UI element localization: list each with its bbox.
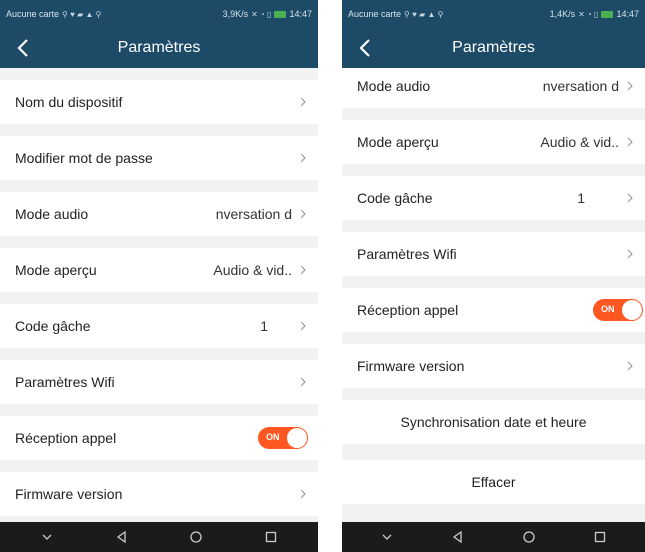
row-value: 1 bbox=[577, 190, 585, 206]
nav-home-icon[interactable] bbox=[522, 530, 536, 544]
status-bar: Aucune carte ⚲ ♥ ▰ ▲ ⚲ 1,4K/s ✕ ◔ ▯ 14:4… bbox=[342, 0, 645, 28]
clock: 14:47 bbox=[616, 9, 639, 19]
nav-recents-icon[interactable] bbox=[593, 530, 607, 544]
chevron-right-icon bbox=[627, 249, 633, 259]
network-speed: 1,4K/s bbox=[549, 9, 576, 19]
network-speed: 3,9K/s bbox=[222, 9, 249, 19]
row-mode-audio[interactable]: Mode audio nversation d bbox=[342, 68, 645, 108]
row-code-gache[interactable]: Code gâche 1 bbox=[0, 304, 318, 348]
signal-icons: ✕ ◔ ▯ bbox=[251, 9, 272, 19]
row-label: Code gâche bbox=[357, 190, 433, 206]
row-mode-apercu[interactable]: Mode aperçu Audio & vid.. bbox=[0, 248, 318, 292]
status-bar: Aucune carte ⚲ ♥ ▰ ▲ ⚲ 3,9K/s ✕ ◔ ▯ 14:4… bbox=[0, 0, 318, 28]
row-label: Modifier mot de passe bbox=[15, 150, 153, 166]
android-nav-bar bbox=[0, 522, 318, 552]
app-bar: Paramètres bbox=[342, 28, 645, 68]
effacer-button[interactable]: Effacer bbox=[342, 460, 645, 504]
row-label: Effacer bbox=[471, 474, 516, 490]
reception-appel-toggle[interactable]: ON bbox=[593, 299, 643, 321]
chevron-right-icon bbox=[627, 361, 633, 371]
row-label: Firmware version bbox=[357, 358, 465, 374]
chevron-right-icon bbox=[300, 489, 306, 499]
row-label: Paramètres Wifi bbox=[15, 374, 115, 390]
chevron-right-icon bbox=[300, 97, 306, 107]
nav-back-icon[interactable] bbox=[451, 530, 465, 544]
nav-recents-icon[interactable] bbox=[264, 530, 278, 544]
row-parametres-wifi[interactable]: Paramètres Wifi bbox=[0, 360, 318, 404]
app-bar: Paramètres bbox=[0, 28, 318, 68]
nav-home-icon[interactable] bbox=[189, 530, 203, 544]
chevron-right-icon bbox=[300, 377, 306, 387]
chevron-right-icon bbox=[300, 265, 306, 275]
row-parametres-wifi[interactable]: Paramètres Wifi bbox=[342, 232, 645, 276]
chevron-right-icon bbox=[627, 193, 633, 203]
chevron-right-icon bbox=[300, 153, 306, 163]
signal-icons: ✕ ◔ ▯ bbox=[578, 9, 599, 19]
status-icons: ⚲ ♥ ▰ ▲ ⚲ bbox=[404, 9, 444, 19]
battery-icon bbox=[601, 10, 614, 18]
row-nom-dispositif[interactable]: Nom du dispositif bbox=[0, 80, 318, 124]
row-label: Paramètres Wifi bbox=[357, 246, 457, 262]
chevron-right-icon bbox=[627, 81, 633, 91]
carrier-text: Aucune carte bbox=[6, 9, 60, 19]
page-title: Paramètres bbox=[452, 39, 535, 56]
nav-down-icon[interactable] bbox=[40, 530, 54, 544]
row-label: Nom du dispositif bbox=[15, 94, 123, 110]
row-label: Code gâche bbox=[15, 318, 91, 334]
status-icons: ⚲ ♥ ▰ ▲ ⚲ bbox=[62, 9, 102, 19]
reception-appel-toggle[interactable]: ON bbox=[258, 427, 308, 449]
row-code-gache[interactable]: Code gâche 1 bbox=[342, 176, 645, 220]
right-phone-screen: Aucune carte ⚲ ♥ ▰ ▲ ⚲ 1,4K/s ✕ ◔ ▯ 14:4… bbox=[342, 0, 645, 552]
nav-back-icon[interactable] bbox=[115, 530, 129, 544]
row-label: Mode aperçu bbox=[15, 262, 97, 278]
sync-date-heure-button[interactable]: Synchronisation date et heure bbox=[342, 400, 645, 444]
row-reception-appel: Réception appel ON bbox=[342, 288, 645, 332]
battery-icon bbox=[274, 10, 287, 18]
row-firmware-version[interactable]: Firmware version bbox=[0, 472, 318, 516]
row-label: Mode aperçu bbox=[357, 134, 439, 150]
row-value: Audio & vid.. bbox=[213, 262, 292, 278]
row-value: 1 bbox=[260, 318, 268, 334]
row-value: nversation d bbox=[215, 206, 292, 222]
row-label: Réception appel bbox=[15, 430, 117, 446]
row-label: Firmware version bbox=[15, 486, 123, 502]
row-label: Réception appel bbox=[357, 302, 459, 318]
settings-list: Mode audio nversation d Mode aperçu Audi… bbox=[342, 68, 645, 522]
page-title: Paramètres bbox=[117, 39, 201, 56]
row-reception-appel: Réception appel ON bbox=[0, 416, 318, 460]
settings-list: Nom du dispositif Modifier mot de passe … bbox=[0, 68, 318, 522]
android-nav-bar bbox=[342, 522, 645, 552]
back-arrow-icon[interactable] bbox=[354, 36, 378, 60]
toggle-state: ON bbox=[266, 432, 280, 442]
toggle-knob bbox=[287, 428, 307, 448]
chevron-right-icon bbox=[300, 321, 306, 331]
chevron-right-icon bbox=[627, 137, 633, 147]
row-value: nversation d bbox=[542, 78, 619, 94]
row-mode-audio[interactable]: Mode audio nversation d bbox=[0, 192, 318, 236]
row-mode-apercu[interactable]: Mode aperçu Audio & vid.. bbox=[342, 120, 645, 164]
clock: 14:47 bbox=[289, 9, 312, 19]
back-arrow-icon[interactable] bbox=[12, 36, 36, 60]
toggle-knob bbox=[622, 300, 642, 320]
row-label: Synchronisation date et heure bbox=[400, 414, 587, 430]
row-firmware-version[interactable]: Firmware version bbox=[342, 344, 645, 388]
left-phone-screen: Aucune carte ⚲ ♥ ▰ ▲ ⚲ 3,9K/s ✕ ◔ ▯ 14:4… bbox=[0, 0, 318, 552]
toggle-state: ON bbox=[601, 304, 615, 314]
row-modifier-mot-de-passe[interactable]: Modifier mot de passe bbox=[0, 136, 318, 180]
row-value: Audio & vid.. bbox=[540, 134, 619, 150]
nav-down-icon[interactable] bbox=[380, 530, 394, 544]
carrier-text: Aucune carte bbox=[348, 9, 402, 19]
row-label: Mode audio bbox=[15, 206, 89, 222]
row-label: Mode audio bbox=[357, 78, 431, 94]
chevron-right-icon bbox=[300, 209, 306, 219]
